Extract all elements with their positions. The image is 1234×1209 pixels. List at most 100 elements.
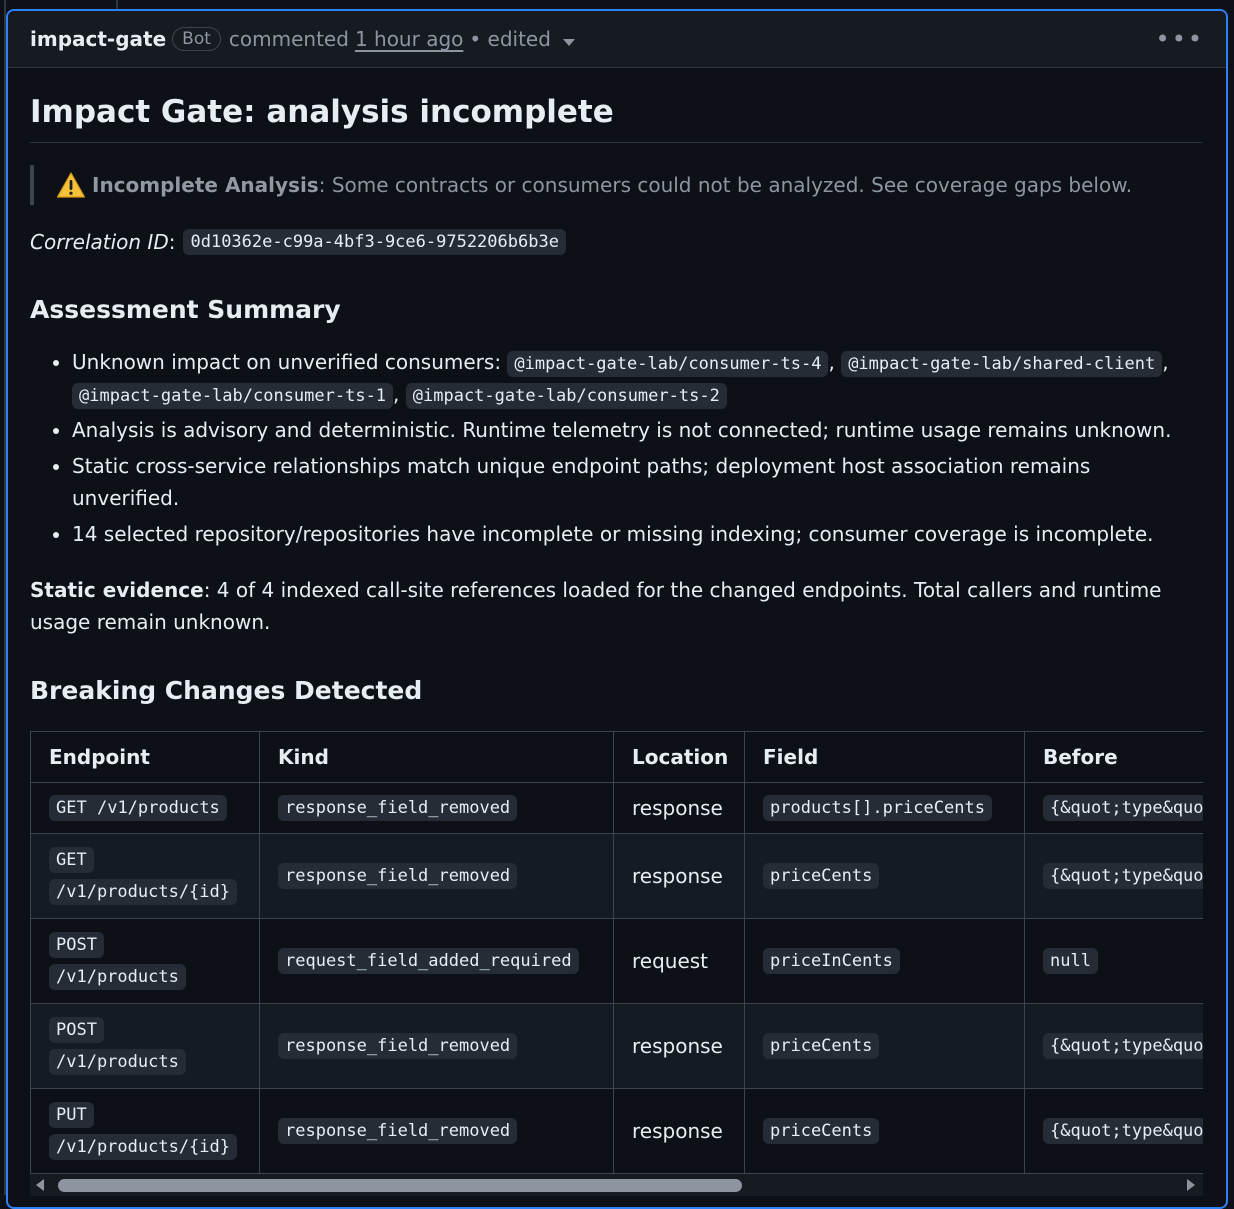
before-code: {&quot;type&quot;:&quot;integer&quot;} (1043, 863, 1203, 890)
comment-title: Impact Gate: analysis incomplete (30, 68, 1202, 143)
scroll-right-arrow-icon[interactable] (1187, 1179, 1195, 1192)
summary-item-text: Unknown impact on unverified consumers: (72, 350, 502, 374)
endpoint-cell: POST/v1/products (30, 1003, 260, 1090)
location-cell: response (613, 782, 745, 835)
kind-cell: response_field_removed (259, 1088, 614, 1175)
method-code: POST (49, 932, 104, 959)
endpoint-cell: POST/v1/products (30, 918, 260, 1005)
consumer-code: @impact-gate-lab/consumer-ts-2 (405, 383, 727, 410)
before-code: {&quot;type&quot;:&quot;integer&quot;} (1043, 1118, 1203, 1145)
separator: , (828, 350, 835, 374)
field-code: priceInCents (763, 948, 900, 975)
table-row: POST/v1/products response_field_removed … (30, 1003, 1203, 1090)
field-code: priceCents (763, 1033, 880, 1060)
correlation-colon: : (168, 230, 176, 254)
path-code: /v1/products/{id} (49, 1134, 237, 1161)
separator: , (1162, 350, 1169, 374)
column-header: Before (1024, 731, 1203, 784)
path-code: /v1/products (49, 964, 186, 991)
location-cell: response (613, 1003, 745, 1090)
edited-label[interactable]: • edited (469, 27, 551, 51)
column-header: Kind (259, 731, 614, 784)
kind-code: response_field_removed (278, 863, 518, 890)
correlation-label: Correlation ID (30, 230, 169, 254)
consumer-code: @impact-gate-lab/consumer-ts-1 (72, 383, 394, 410)
column-header: Endpoint (30, 731, 260, 784)
table-row: GET/v1/products/{id} response_field_remo… (30, 833, 1203, 920)
field-code: products[].priceCents (763, 795, 992, 822)
method: GET (56, 798, 87, 819)
table-row: PUT/v1/products/{id} response_field_remo… (30, 1088, 1203, 1175)
column-header: Field (744, 731, 1025, 784)
before-code: {&quot;type&quot;:&quot;integer&quot;} (1043, 1033, 1203, 1060)
kind-cell: response_field_removed (259, 833, 614, 920)
path-code: /v1/products (49, 1049, 186, 1076)
comment-card: impact-gate Bot commented 1 hour ago • e… (6, 9, 1228, 1209)
method-code: GET (49, 847, 94, 874)
kind-cell: response_field_removed (259, 782, 614, 835)
location-cell: response (613, 833, 745, 920)
list-item: Static cross-service relationships match… (72, 450, 1202, 514)
warning-blockquote: Incomplete Analysis : Some contracts or … (30, 165, 1202, 205)
breaking-changes-table: Endpoint Kind Location Field Before GET … (30, 731, 1203, 1175)
field-code: priceCents (763, 1118, 880, 1145)
path-code: /v1/products/{id} (49, 879, 237, 906)
timestamp-link[interactable]: 1 hour ago (355, 27, 463, 51)
field-cell: priceCents (744, 1088, 1025, 1175)
separator: , (393, 382, 400, 407)
method-code: PUT (49, 1102, 94, 1129)
endpoint-cell: GET/v1/products/{id} (30, 833, 260, 920)
chevron-down-icon[interactable] (562, 38, 575, 46)
before-cell: {&quot;type&quot;:&quot;integer&quot;} (1024, 833, 1203, 920)
warning-title: Incomplete Analysis (92, 173, 319, 197)
summary-list: Unknown impact on unverified consumers: … (30, 346, 1202, 550)
kind-cell: request_field_added_required (259, 918, 614, 1005)
before-cell: {&quot;type&quot;:&quot;integer&quot;} (1024, 1003, 1203, 1090)
kind-cell: response_field_removed (259, 1003, 614, 1090)
endpoint-cell: PUT/v1/products/{id} (30, 1088, 260, 1175)
before-cell: null (1024, 918, 1203, 1005)
location-cell: request (613, 918, 745, 1005)
kebab-menu-icon[interactable]: ••• (1156, 25, 1204, 53)
bot-badge: Bot (172, 27, 221, 51)
field-cell: products[].priceCents (744, 782, 1025, 835)
consumer-code: @impact-gate-lab/shared-client (841, 351, 1163, 377)
endpoint-code: GET /v1/products (49, 795, 227, 822)
path: /v1/products (96, 798, 220, 819)
table-scroll-container[interactable]: Endpoint Kind Location Field Before GET … (30, 731, 1203, 1175)
field-cell: priceInCents (744, 918, 1025, 1005)
list-item: 14 selected repository/repositories have… (72, 518, 1202, 550)
list-item: Analysis is advisory and deterministic. … (72, 414, 1202, 446)
before-cell: {&quot;type&quot;:&quot;integer&quot;} (1024, 782, 1203, 835)
list-item: Unknown impact on unverified consumers: … (72, 346, 1202, 410)
field-cell: priceCents (744, 1003, 1025, 1090)
method-code: POST (49, 1017, 104, 1044)
table-row: GET /v1/products response_field_removed … (30, 782, 1203, 835)
consumer-code: @impact-gate-lab/consumer-ts-4 (507, 351, 829, 377)
location-cell: response (613, 1088, 745, 1175)
table-row: POST/v1/products request_field_added_req… (30, 918, 1203, 1005)
comment-body: Impact Gate: analysis incomplete Incompl… (8, 68, 1226, 1197)
endpoint-cell: GET /v1/products (30, 782, 260, 835)
kind-code: response_field_removed (278, 1118, 518, 1145)
before-code: {&quot;type&quot;:&quot;integer&quot;} (1043, 795, 1203, 822)
kind-code: request_field_added_required (278, 948, 579, 975)
column-header: Location (613, 731, 745, 784)
kind-code: response_field_removed (278, 1033, 518, 1060)
warning-icon (56, 172, 86, 198)
correlation-row: Correlation ID : 0d10362e-c99a-4bf3-9ce6… (30, 229, 1202, 255)
evidence-label: Static evidence (30, 578, 204, 603)
field-cell: priceCents (744, 833, 1025, 920)
breaking-heading: Breaking Changes Detected (30, 676, 423, 706)
correlation-id: 0d10362e-c99a-4bf3-9ce6-9752206b6b3e (183, 229, 566, 255)
static-evidence: Static evidence: 4 of 4 indexed call-sit… (30, 574, 1202, 638)
scrollbar-thumb[interactable] (58, 1179, 742, 1193)
summary-heading: Assessment Summary (30, 295, 341, 324)
before-cell: {&quot;type&quot;:&quot;integer&quot;} (1024, 1088, 1203, 1175)
scroll-left-arrow-icon[interactable] (36, 1179, 44, 1192)
warning-text: : Some contracts or consumers could not … (318, 173, 1133, 197)
comment-header: impact-gate Bot commented 1 hour ago • e… (8, 11, 1226, 68)
comment-action: commented (228, 27, 349, 51)
author-link[interactable]: impact-gate (30, 27, 166, 51)
horizontal-scrollbar[interactable] (30, 1174, 1203, 1197)
